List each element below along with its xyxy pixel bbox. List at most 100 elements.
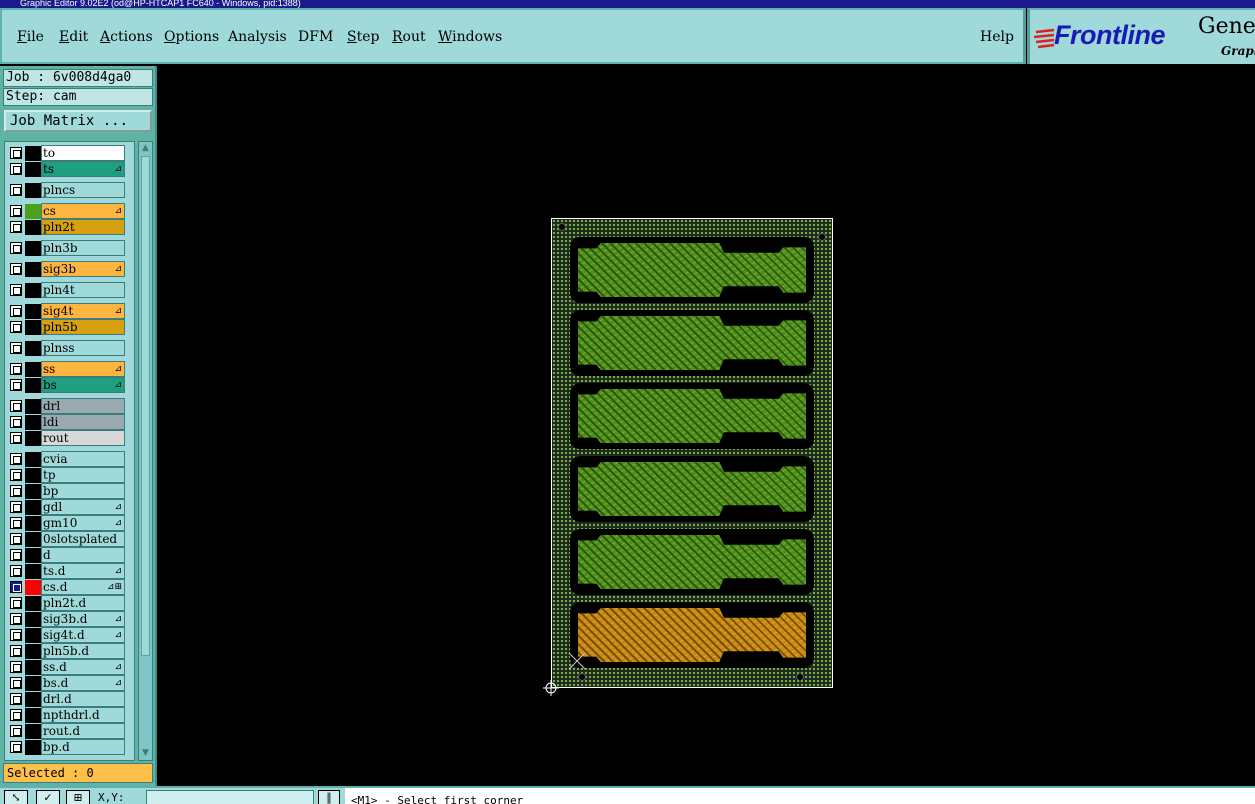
layer-color-swatch[interactable]: [25, 548, 41, 563]
layer-row-ts-d[interactable]: ts.d ⊿: [5, 563, 134, 579]
layer-name[interactable]: rout: [41, 430, 125, 446]
graphic-canvas[interactable]: [157, 66, 1255, 786]
layer-row-gm10[interactable]: gm10 ⊿: [5, 515, 134, 531]
layer-name[interactable]: sig3b ⊿: [41, 261, 125, 277]
menu-step[interactable]: Step: [347, 29, 379, 45]
layer-row-pln2t-d[interactable]: pln2t.d: [5, 595, 134, 611]
layer-color-swatch[interactable]: [25, 415, 41, 430]
scroll-up-arrow-icon[interactable]: ▲: [140, 143, 151, 154]
layer-row-ss[interactable]: ss ⊿: [5, 361, 134, 377]
layer-affected-checkbox[interactable]: [10, 400, 22, 412]
layer-row-ldi[interactable]: ldi: [5, 414, 134, 430]
layer-row-gdl[interactable]: gdl ⊿: [5, 499, 134, 515]
layer-name[interactable]: sig3b.d ⊿: [41, 611, 125, 627]
checkmark-icon[interactable]: ✓: [36, 790, 60, 804]
layer-affected-checkbox[interactable]: [10, 533, 22, 545]
layer-color-swatch[interactable]: [25, 532, 41, 547]
layer-color-swatch[interactable]: [25, 452, 41, 467]
layer-affected-checkbox[interactable]: [10, 677, 22, 689]
layer-name[interactable]: ts.d ⊿: [41, 563, 125, 579]
layer-color-swatch[interactable]: [25, 320, 41, 335]
menu-actions[interactable]: Actions: [100, 29, 153, 45]
menu-windows[interactable]: Windows: [438, 29, 502, 45]
layer-name[interactable]: gdl ⊿: [41, 499, 125, 515]
layer-row-ts[interactable]: ts ⊿: [5, 161, 134, 177]
layer-row-pln5b[interactable]: pln5b: [5, 319, 134, 335]
layer-color-swatch[interactable]: [25, 146, 41, 161]
layer-name[interactable]: d: [41, 547, 125, 563]
layer-row-drl[interactable]: drl: [5, 398, 134, 414]
layer-affected-checkbox[interactable]: [10, 432, 22, 444]
layer-affected-checkbox[interactable]: [10, 363, 22, 375]
layer-affected-checkbox[interactable]: [10, 741, 22, 753]
layer-affected-checkbox[interactable]: [10, 305, 22, 317]
layer-affected-checkbox[interactable]: [10, 517, 22, 529]
layer-row-ss-d[interactable]: ss.d ⊿: [5, 659, 134, 675]
layer-row-sig4t[interactable]: sig4t ⊿: [5, 303, 134, 319]
layer-row-tp[interactable]: tp: [5, 467, 134, 483]
layer-color-swatch[interactable]: [25, 399, 41, 414]
layer-color-swatch[interactable]: [25, 500, 41, 515]
layer-affected-checkbox[interactable]: [10, 597, 22, 609]
layer-color-swatch[interactable]: [25, 676, 41, 691]
layer-affected-checkbox[interactable]: [10, 709, 22, 721]
xy-coordinate-field[interactable]: [146, 790, 314, 804]
menu-help[interactable]: Help: [980, 29, 1014, 45]
layer-name[interactable]: pln3b: [41, 240, 125, 256]
layer-color-swatch[interactable]: [25, 580, 41, 595]
layer-color-swatch[interactable]: [25, 283, 41, 298]
layer-color-swatch[interactable]: [25, 378, 41, 393]
layer-color-swatch[interactable]: [25, 740, 41, 755]
menu-options[interactable]: Options: [164, 29, 219, 45]
layer-affected-checkbox[interactable]: [10, 147, 22, 159]
layer-row-0slotsplated[interactable]: 0slotsplated: [5, 531, 134, 547]
layer-name[interactable]: bs.d ⊿: [41, 675, 125, 691]
layer-affected-checkbox[interactable]: [10, 725, 22, 737]
layer-color-swatch[interactable]: [25, 241, 41, 256]
layer-affected-checkbox[interactable]: [10, 184, 22, 196]
layer-affected-checkbox[interactable]: [10, 321, 22, 333]
layer-row-pln3b[interactable]: pln3b: [5, 240, 134, 256]
layer-color-swatch[interactable]: [25, 162, 41, 177]
job-matrix-button[interactable]: Job Matrix ...: [4, 110, 152, 132]
layer-color-swatch[interactable]: [25, 183, 41, 198]
menu-dfm[interactable]: DFM: [298, 29, 333, 45]
layer-affected-checkbox[interactable]: [10, 342, 22, 354]
layer-color-swatch[interactable]: [25, 362, 41, 377]
layer-affected-checkbox[interactable]: [10, 379, 22, 391]
layer-name[interactable]: cs ⊿: [41, 203, 125, 219]
layer-color-swatch[interactable]: [25, 564, 41, 579]
layer-name[interactable]: pln5b.d: [41, 643, 125, 659]
layer-name[interactable]: gm10 ⊿: [41, 515, 125, 531]
layer-name[interactable]: ts ⊿: [41, 161, 125, 177]
layer-row-rout[interactable]: rout: [5, 430, 134, 446]
layer-row-cs[interactable]: cs ⊿: [5, 203, 134, 219]
layer-name[interactable]: to: [41, 145, 125, 161]
pause-icon[interactable]: ‖: [318, 790, 340, 804]
layer-affected-checkbox[interactable]: [10, 485, 22, 497]
layer-color-swatch[interactable]: [25, 724, 41, 739]
layer-affected-checkbox[interactable]: [10, 163, 22, 175]
layer-name[interactable]: bs ⊿: [41, 377, 125, 393]
layer-color-swatch[interactable]: [25, 596, 41, 611]
menu-file[interactable]: File: [17, 29, 44, 45]
layer-name[interactable]: drl: [41, 398, 125, 414]
layer-color-swatch[interactable]: [25, 644, 41, 659]
layer-row-sig4t-d[interactable]: sig4t.d ⊿: [5, 627, 134, 643]
layer-name[interactable]: pln2t.d: [41, 595, 125, 611]
layer-color-swatch[interactable]: [25, 484, 41, 499]
layer-name[interactable]: bp.d: [41, 739, 125, 755]
layer-color-swatch[interactable]: [25, 660, 41, 675]
layer-row-bs-d[interactable]: bs.d ⊿: [5, 675, 134, 691]
layer-color-swatch[interactable]: [25, 341, 41, 356]
layer-name[interactable]: ldi: [41, 414, 125, 430]
layer-name[interactable]: pln5b: [41, 319, 125, 335]
menu-analysis[interactable]: Analysis: [228, 29, 287, 45]
layer-row-d[interactable]: d: [5, 547, 134, 563]
layer-color-swatch[interactable]: [25, 220, 41, 235]
layer-row-plncs[interactable]: plncs: [5, 182, 134, 198]
layer-row-drl-d[interactable]: drl.d: [5, 691, 134, 707]
layer-affected-checkbox[interactable]: [10, 581, 22, 593]
layer-row-pln2t[interactable]: pln2t: [5, 219, 134, 235]
grid-snap-icon[interactable]: ⊞: [66, 790, 90, 804]
